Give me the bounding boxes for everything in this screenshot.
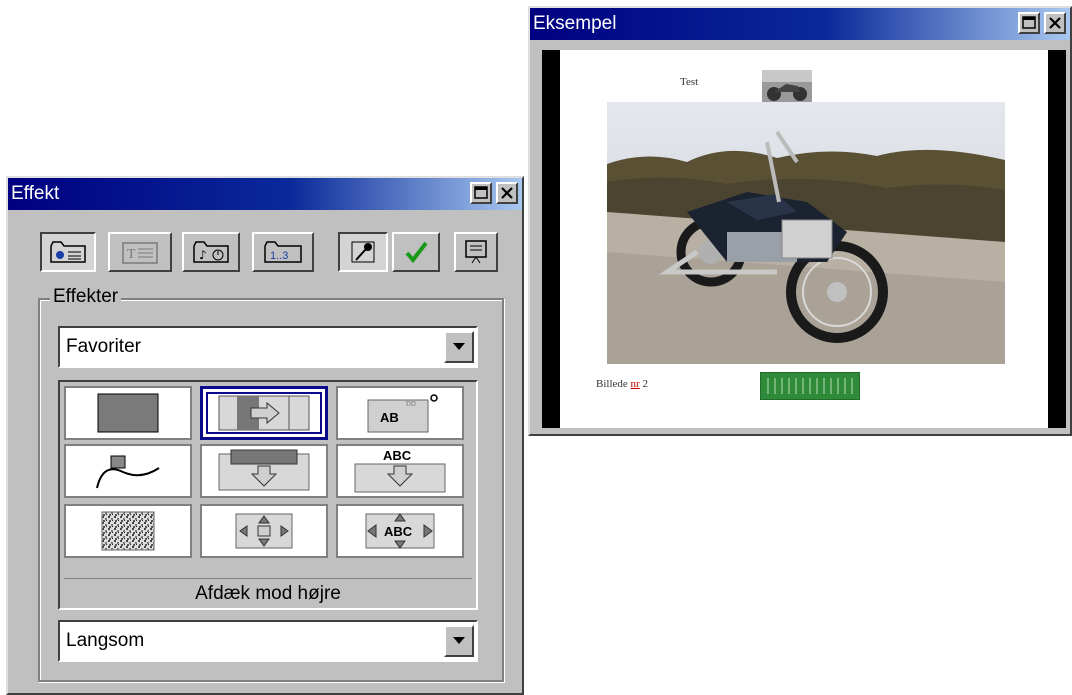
text-fly-corner-icon: AB ƀƀ xyxy=(367,394,438,433)
eksempel-window: Eksempel Test Billede nr 2 xyxy=(528,6,1072,436)
folder-effect-icon xyxy=(50,241,86,263)
text-effects-icon: T xyxy=(122,242,158,264)
caption-link[interactable]: nr xyxy=(631,378,640,390)
preview-screen-icon xyxy=(465,240,487,264)
effekt-titlebar[interactable]: Effekt xyxy=(8,178,522,210)
drop-down-icon xyxy=(218,449,310,491)
tab-text-effects[interactable]: T xyxy=(108,232,172,272)
category-value: Favoriter xyxy=(66,336,141,357)
text-drop-icon: ABC xyxy=(354,448,446,493)
motion-path-icon xyxy=(96,455,160,489)
chevron-down-icon xyxy=(453,637,465,644)
maximize-icon xyxy=(1022,16,1036,29)
chevron-down-icon xyxy=(453,343,465,350)
microphone-icon xyxy=(351,241,375,263)
effects-group-label: Effekter xyxy=(50,286,122,308)
slide-progress-graphic xyxy=(760,372,860,400)
sound-timer-icon: ♪ xyxy=(193,241,229,263)
svg-text:♪: ♪ xyxy=(199,248,207,262)
effekt-window: Effekt T ♪ 1..3 Effekter Favoriter AB ƀƀ… xyxy=(6,176,524,695)
effect-label: AB xyxy=(380,410,399,425)
expand-icon xyxy=(235,513,293,549)
effects-grid: AB ƀƀ ABC ABC Afdæk mod højre xyxy=(58,380,478,610)
eksempel-title: Eksempel xyxy=(533,13,617,34)
slide-preview: Test Billede nr 2 xyxy=(560,50,1048,428)
slide-caption: Billede nr 2 xyxy=(596,378,648,390)
dissolve-icon xyxy=(101,511,155,551)
tab-visual-effects[interactable] xyxy=(40,232,96,272)
solid-fill-icon xyxy=(97,393,159,433)
text-expand-icon: ABC xyxy=(365,513,435,549)
effect-text-expand[interactable]: ABC xyxy=(336,504,464,558)
close-button[interactable] xyxy=(496,182,518,204)
effect-cover-right[interactable] xyxy=(200,386,328,440)
svg-text:ƀƀ: ƀƀ xyxy=(406,398,416,408)
effect-label: ABC xyxy=(384,524,413,539)
cover-right-icon xyxy=(218,395,310,431)
record-button[interactable] xyxy=(338,232,388,272)
effect-motion-path[interactable] xyxy=(64,444,192,498)
effect-dissolve[interactable] xyxy=(64,504,192,558)
effect-drop[interactable] xyxy=(200,444,328,498)
effects-group: Effekter Favoriter AB ƀƀ ABC ABC Afdæk m… xyxy=(38,286,504,682)
maximize-button[interactable] xyxy=(1018,12,1040,34)
maximize-button[interactable] xyxy=(470,182,492,204)
svg-text:1..3: 1..3 xyxy=(270,250,288,262)
motorcycle-photo xyxy=(607,102,1005,364)
close-icon xyxy=(501,187,513,199)
tab-sound-timing[interactable]: ♪ xyxy=(182,232,240,272)
svg-text:T: T xyxy=(127,247,136,262)
effekt-title: Effekt xyxy=(11,183,60,204)
preview-button[interactable] xyxy=(454,232,498,272)
thumbnail-image xyxy=(762,70,812,104)
apply-button[interactable] xyxy=(392,232,440,272)
order-icon: 1..3 xyxy=(264,241,302,263)
category-dropdown[interactable]: Favoriter xyxy=(58,326,478,368)
maximize-icon xyxy=(474,186,488,199)
eksempel-titlebar[interactable]: Eksempel xyxy=(530,8,1070,40)
dropdown-arrow-button[interactable] xyxy=(444,625,474,657)
effect-text-corner[interactable]: AB ƀƀ xyxy=(336,386,464,440)
caption-number: 2 xyxy=(642,378,648,390)
slide-title: Test xyxy=(680,76,699,88)
effect-solid[interactable] xyxy=(64,386,192,440)
dropdown-arrow-button[interactable] xyxy=(444,331,474,363)
speed-value: Langsom xyxy=(66,630,145,651)
tab-order[interactable]: 1..3 xyxy=(252,232,314,272)
caption-text: Billede xyxy=(596,378,628,390)
preview-area: Test Billede nr 2 xyxy=(542,50,1066,428)
effect-text-drop[interactable]: ABC xyxy=(336,444,464,498)
speed-dropdown[interactable]: Langsom xyxy=(58,620,478,662)
effect-expand[interactable] xyxy=(200,504,328,558)
checkmark-icon xyxy=(405,241,428,264)
selected-effect-name: Afdæk mod højre xyxy=(64,578,472,607)
close-icon xyxy=(1049,17,1061,29)
close-button[interactable] xyxy=(1044,12,1066,34)
effect-label: ABC xyxy=(383,448,412,463)
